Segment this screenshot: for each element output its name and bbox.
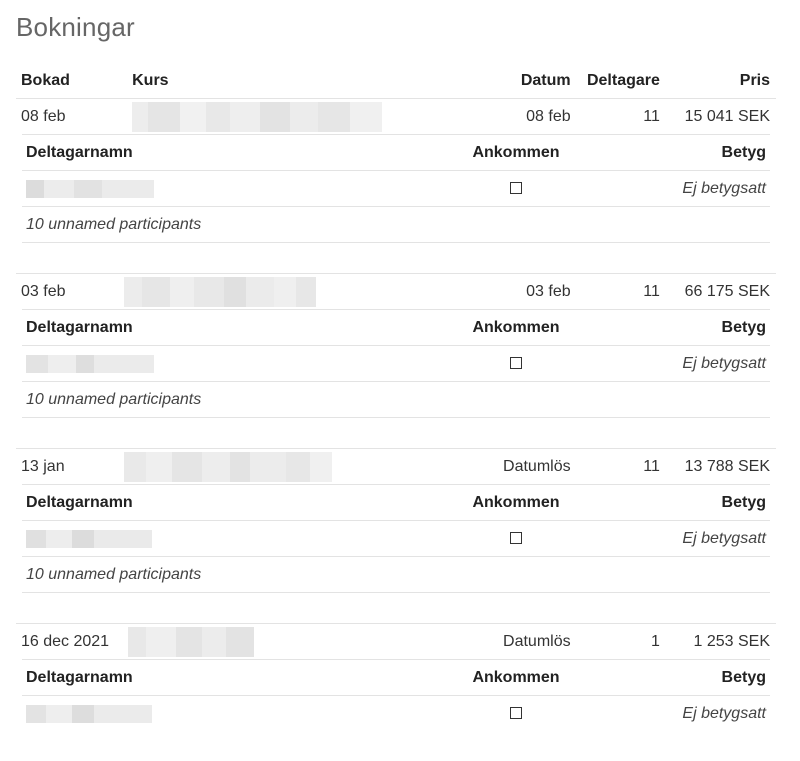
header-datum: Datum	[520, 72, 571, 89]
price: 15 041 SEK	[684, 107, 771, 125]
arrived-checkbox[interactable]	[510, 707, 522, 720]
arrived-checkbox[interactable]	[510, 182, 522, 195]
course-date: Datumlös	[503, 632, 571, 650]
participant-name-redacted	[22, 354, 456, 373]
participants-table: Deltagarnamn Ankommen Betyg Ej betygsatt	[22, 484, 770, 593]
bookings-page: Bokningar Bokad Kurs Datum Deltagare Pri…	[0, 0, 800, 750]
booking-summary[interactable]: 16 dec 2021 Datumlös 1 1 253 SEK	[16, 624, 776, 659]
arrived-checkbox[interactable]	[510, 357, 522, 370]
price: 13 788 SEK	[684, 457, 771, 475]
grade-status: Ej betygsatt	[682, 179, 766, 197]
participant-name-redacted	[22, 179, 456, 198]
header-bokad: Bokad	[21, 72, 70, 89]
unnamed-participants-row: 10 unnamed participants	[22, 206, 770, 243]
grade-status: Ej betygsatt	[682, 704, 766, 722]
header-grade: Betyg	[721, 143, 766, 161]
course-date: 03 feb	[526, 282, 571, 300]
price: 1 253 SEK	[693, 632, 771, 650]
header-name: Deltagarnamn	[26, 318, 133, 336]
course-name-redacted[interactable]	[124, 451, 400, 482]
header-pris: Pris	[739, 72, 771, 89]
unnamed-participants-text: 10 unnamed participants	[26, 390, 202, 408]
course-name-redacted[interactable]	[132, 101, 400, 132]
booking-row: 08 feb 08 feb 11 15 041 SEK Deltagarnamn…	[16, 98, 776, 243]
header-name: Deltagarnamn	[26, 143, 133, 161]
booked-date: 16 dec 2021	[21, 632, 110, 650]
participants-table: Deltagarnamn Ankommen Betyg Ej betygsatt	[22, 134, 770, 243]
participant-name-redacted	[22, 704, 456, 723]
unnamed-participants-row: 10 unnamed participants	[22, 556, 770, 593]
price: 66 175 SEK	[684, 282, 771, 300]
participants-header: Deltagarnamn Ankommen Betyg	[22, 134, 770, 170]
unnamed-participants-text: 10 unnamed participants	[26, 565, 202, 583]
participants-table: Deltagarnamn Ankommen Betyg Ej betygsatt	[22, 659, 770, 731]
participant-count: 1	[650, 632, 660, 650]
booked-date: 08 feb	[21, 107, 66, 125]
course-date: Datumlös	[503, 457, 571, 475]
participants-header: Deltagarnamn Ankommen Betyg	[22, 484, 770, 520]
header-arrived: Ankommen	[472, 493, 560, 511]
participant-row: Ej betygsatt	[22, 520, 770, 556]
participant-count: 11	[643, 107, 660, 125]
booking-summary[interactable]: 08 feb 08 feb 11 15 041 SEK	[16, 99, 776, 134]
header-deltagare: Deltagare	[586, 72, 660, 89]
header-name: Deltagarnamn	[26, 668, 133, 686]
booking-row: 03 feb 03 feb 11 66 175 SEK Deltagarnamn	[16, 273, 776, 418]
booking-summary[interactable]: 13 jan Datumlös 11 13 788 SEK	[16, 449, 776, 484]
participant-count: 11	[643, 282, 660, 300]
header-kurs: Kurs	[132, 72, 169, 89]
header-grade: Betyg	[721, 318, 766, 336]
participant-row: Ej betygsatt	[22, 695, 770, 731]
table-header-row: Bokad Kurs Datum Deltagare Pris	[16, 64, 776, 98]
participants-table: Deltagarnamn Ankommen Betyg Ej betygsatt	[22, 309, 770, 418]
header-grade: Betyg	[721, 493, 766, 511]
grade-status: Ej betygsatt	[682, 529, 766, 547]
bookings-table: Bokad Kurs Datum Deltagare Pris 08 feb 0…	[16, 64, 776, 761]
page-title: Bokningar	[16, 12, 135, 42]
participant-row: Ej betygsatt	[22, 170, 770, 206]
course-name-redacted[interactable]	[124, 276, 400, 307]
participants-header: Deltagarnamn Ankommen Betyg	[22, 309, 770, 345]
booking-row: 16 dec 2021 Datumlös 1 1 253 SEK Deltaga…	[16, 623, 776, 731]
header-arrived: Ankommen	[472, 668, 560, 686]
course-date: 08 feb	[526, 107, 571, 125]
booked-date: 03 feb	[21, 282, 66, 300]
booked-date: 13 jan	[21, 457, 65, 475]
participant-name-redacted	[22, 529, 456, 548]
unnamed-participants-row: 10 unnamed participants	[22, 381, 770, 418]
unnamed-participants-text: 10 unnamed participants	[26, 215, 202, 233]
booking-row: 13 jan Datumlös 11 13 788 SEK Deltagarna…	[16, 448, 776, 593]
header-arrived: Ankommen	[472, 318, 560, 336]
participant-count: 11	[643, 457, 660, 475]
grade-status: Ej betygsatt	[682, 354, 766, 372]
arrived-checkbox[interactable]	[510, 532, 522, 545]
header-name: Deltagarnamn	[26, 493, 133, 511]
header-arrived: Ankommen	[472, 143, 560, 161]
course-name-redacted[interactable]	[128, 626, 400, 657]
participants-header: Deltagarnamn Ankommen Betyg	[22, 659, 770, 695]
header-grade: Betyg	[721, 668, 766, 686]
booking-summary[interactable]: 03 feb 03 feb 11 66 175 SEK	[16, 274, 776, 309]
participant-row: Ej betygsatt	[22, 345, 770, 381]
